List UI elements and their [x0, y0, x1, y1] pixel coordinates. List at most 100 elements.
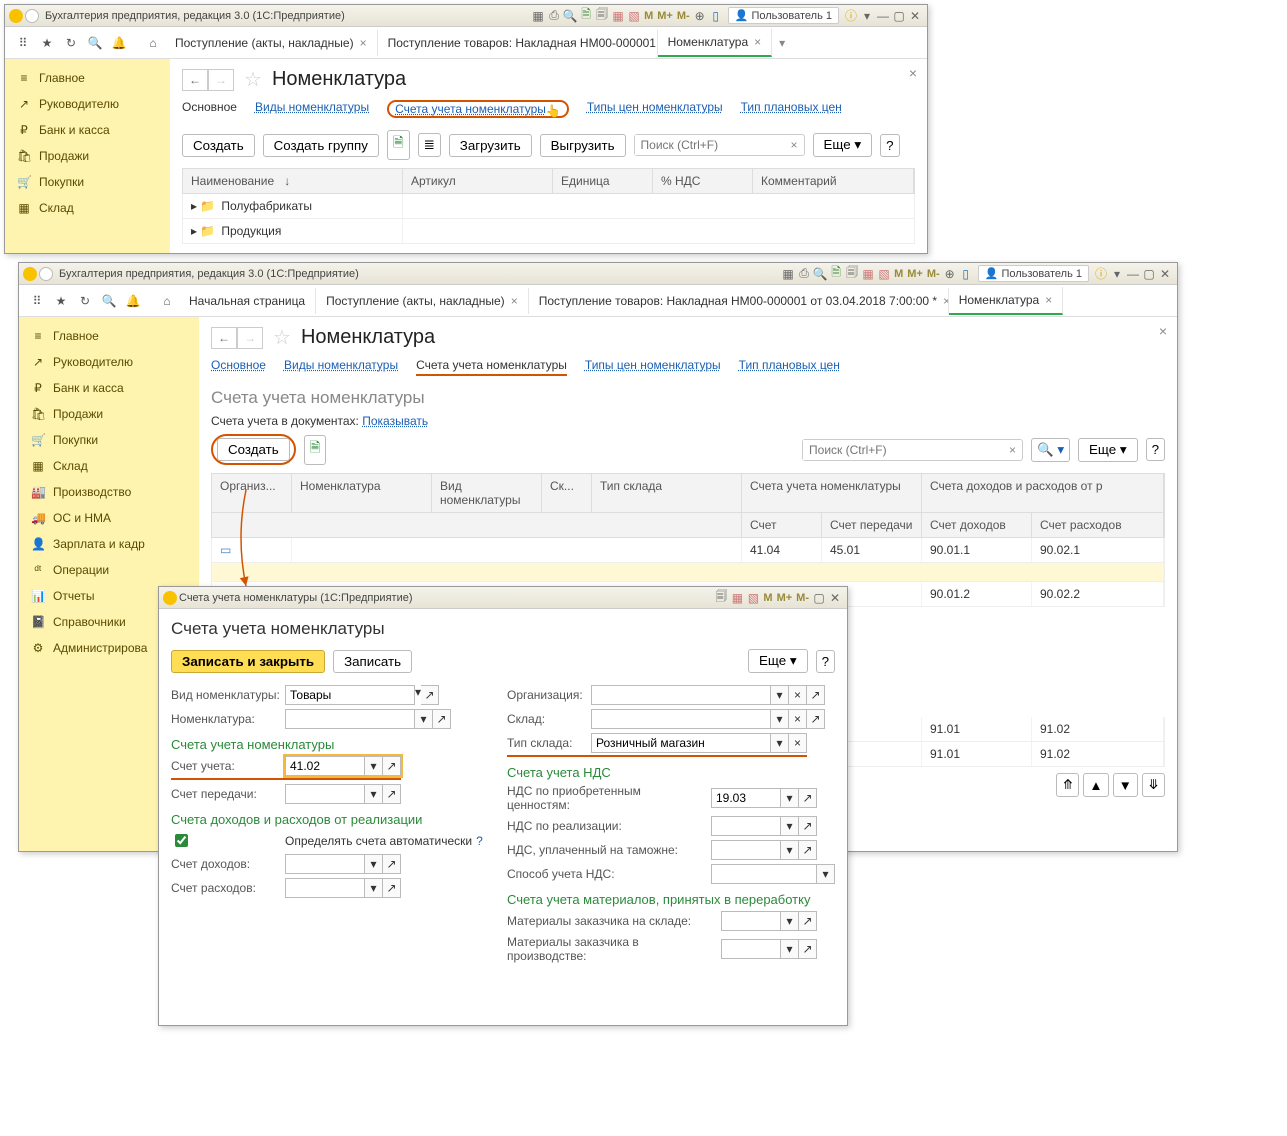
help-button[interactable]: ? [1146, 438, 1165, 461]
open-icon[interactable]: ↗ [799, 840, 817, 860]
sidebar-item-bank[interactable]: ₽Банк и касса [5, 117, 170, 143]
min-icon[interactable]: ▾ [1109, 267, 1125, 281]
load-button[interactable]: Загрузить [449, 134, 532, 157]
link-main[interactable]: Основное [211, 358, 266, 376]
help-button[interactable]: ? [816, 650, 835, 673]
restore-icon[interactable]: ▢ [1141, 267, 1157, 281]
mminus-label[interactable]: M- [925, 268, 942, 280]
link-kinds[interactable]: Виды номенклатуры [255, 100, 369, 118]
sidebar-item-warehouse[interactable]: ▦Склад [5, 195, 170, 221]
link-main[interactable]: Основное [182, 100, 237, 118]
sidebar-item-manager[interactable]: ↗Руководителю [19, 349, 199, 375]
auto-checkbox[interactable] [175, 834, 188, 847]
open-icon[interactable]: ↗ [383, 756, 401, 776]
m2-input[interactable] [721, 939, 781, 959]
sidebar-item-assets[interactable]: 🚚ОС и НМА [19, 505, 199, 531]
acc2-input[interactable] [285, 784, 365, 804]
wh-input[interactable] [591, 709, 771, 729]
nomen-input[interactable] [285, 709, 415, 729]
tab-receipts[interactable]: Поступление (акты, накладные)× [165, 30, 378, 56]
nav-fwd-button[interactable]: → [208, 69, 234, 91]
nav-back-button[interactable]: ← [182, 69, 208, 91]
sidebar-item-production[interactable]: 🏭Производство [19, 479, 199, 505]
last-button[interactable]: ⤋ [1142, 773, 1165, 797]
search-input[interactable] [803, 440, 1003, 460]
acc-input[interactable] [285, 756, 365, 776]
min-icon[interactable]: ▾ [859, 9, 875, 23]
zoom-icon[interactable]: ⊕ [942, 267, 958, 281]
col-wh[interactable]: Ск... [542, 474, 592, 512]
dropdown-icon[interactable]: ▾ [771, 733, 789, 753]
info-icon[interactable]: ⓘ [1093, 265, 1109, 282]
print-icon[interactable]: ⎙ [546, 8, 562, 23]
dropdown-icon[interactable]: ▾ [365, 784, 383, 804]
table-row[interactable]: ▸ 📁Продукция [182, 219, 915, 244]
sidebar-item-salary[interactable]: 👤Зарплата и кадр [19, 531, 199, 557]
sidebar-item-bank[interactable]: ₽Банк и касса [19, 375, 199, 401]
first-button[interactable]: ⤊ [1056, 773, 1079, 797]
favorite-icon[interactable]: ☆ [244, 67, 262, 92]
more-button[interactable]: Еще ▾ [1078, 438, 1138, 462]
open-icon[interactable]: ↗ [383, 784, 401, 804]
star-icon[interactable]: ★ [49, 289, 73, 313]
panel-icon[interactable]: ▯ [708, 9, 724, 23]
clear-icon[interactable]: × [789, 685, 807, 705]
star-icon[interactable]: ★ [35, 31, 59, 55]
table-row[interactable] [211, 563, 1165, 582]
clear-icon[interactable]: × [1003, 443, 1022, 457]
dropdown-icon[interactable]: ▾ [365, 756, 383, 776]
org-input[interactable] [591, 685, 771, 705]
kind-input[interactable] [285, 685, 415, 705]
zoom-icon[interactable]: ⊕ [692, 9, 708, 23]
info-icon[interactable]: ⓘ [843, 7, 859, 24]
tab-receipt-doc[interactable]: Поступление товаров: Накладная НМ00-0000… [529, 288, 949, 314]
col-acc[interactable]: Счет [742, 513, 822, 537]
dropdown-icon[interactable]: ▾ [817, 864, 835, 884]
history-icon[interactable]: ↻ [73, 289, 97, 313]
dropdown-icon[interactable]: ▾ [781, 816, 799, 836]
m-label[interactable]: M [892, 268, 905, 280]
link-icon[interactable]: 🔍 [562, 9, 578, 23]
more-button[interactable]: Еще ▾ [813, 133, 873, 157]
create-group-button[interactable]: Создать группу [263, 134, 379, 157]
col-exp[interactable]: Счет расходов [1032, 513, 1164, 537]
write-close-button[interactable]: Записать и закрыть [171, 650, 325, 673]
dropdown-icon[interactable]: ▾ [365, 878, 383, 898]
dropdown-icon[interactable]: ▾ [781, 840, 799, 860]
search-icon[interactable]: 🔍 [97, 289, 121, 313]
round-icon[interactable] [25, 9, 39, 23]
sidebar-item-warehouse[interactable]: ▦Склад [19, 453, 199, 479]
cal-icon[interactable]: ▦ [610, 9, 626, 23]
clear-icon[interactable]: × [789, 709, 807, 729]
page-close-icon[interactable]: × [1159, 323, 1167, 339]
dropdown-icon[interactable]: ▾ [781, 788, 799, 808]
panel-icon[interactable]: ▯ [958, 267, 974, 281]
tab-receipt-doc[interactable]: Поступление товаров: Накладная НМ00-0000… [378, 30, 658, 56]
more-button[interactable]: Еще ▾ [748, 649, 808, 673]
tab-receipts[interactable]: Поступление (акты, накладные)× [316, 288, 529, 314]
dropdown-icon[interactable]: ▾ [415, 709, 433, 729]
open-icon[interactable]: ↗ [799, 911, 817, 931]
open-icon[interactable]: ↗ [807, 685, 825, 705]
user-box[interactable]: 👤 Пользователь 1 [978, 265, 1089, 282]
dropdown-icon[interactable]: ▾ [771, 685, 789, 705]
bell-icon[interactable]: 🔔 [107, 31, 131, 55]
link-icon[interactable]: 🔍 [812, 267, 828, 281]
chevron-down-icon[interactable]: ▾ [772, 36, 792, 50]
apps-icon[interactable]: ⠿ [11, 31, 35, 55]
open-icon[interactable]: ↗ [383, 878, 401, 898]
nav-back-button[interactable]: ← [211, 327, 237, 349]
link-plan-price[interactable]: Тип плановых цен [741, 100, 842, 118]
col-nomen[interactable]: Номенклатура [292, 474, 432, 512]
link-accounts[interactable]: Счета учета номенклатуры [416, 358, 567, 376]
sidebar-item-purchases[interactable]: 🛒Покупки [19, 427, 199, 453]
create-button[interactable]: Создать [182, 134, 255, 157]
cal-icon[interactable]: ▦ [729, 591, 745, 605]
mminus-label[interactable]: M- [675, 10, 692, 22]
home-icon[interactable]: ⌂ [155, 289, 179, 313]
link-kinds[interactable]: Виды номенклатуры [284, 358, 398, 376]
m-label[interactable]: M [642, 10, 655, 22]
whtype-input[interactable] [591, 733, 771, 753]
auto-help[interactable]: ? [476, 834, 483, 848]
tool-icon[interactable]: ▦ [780, 267, 796, 281]
